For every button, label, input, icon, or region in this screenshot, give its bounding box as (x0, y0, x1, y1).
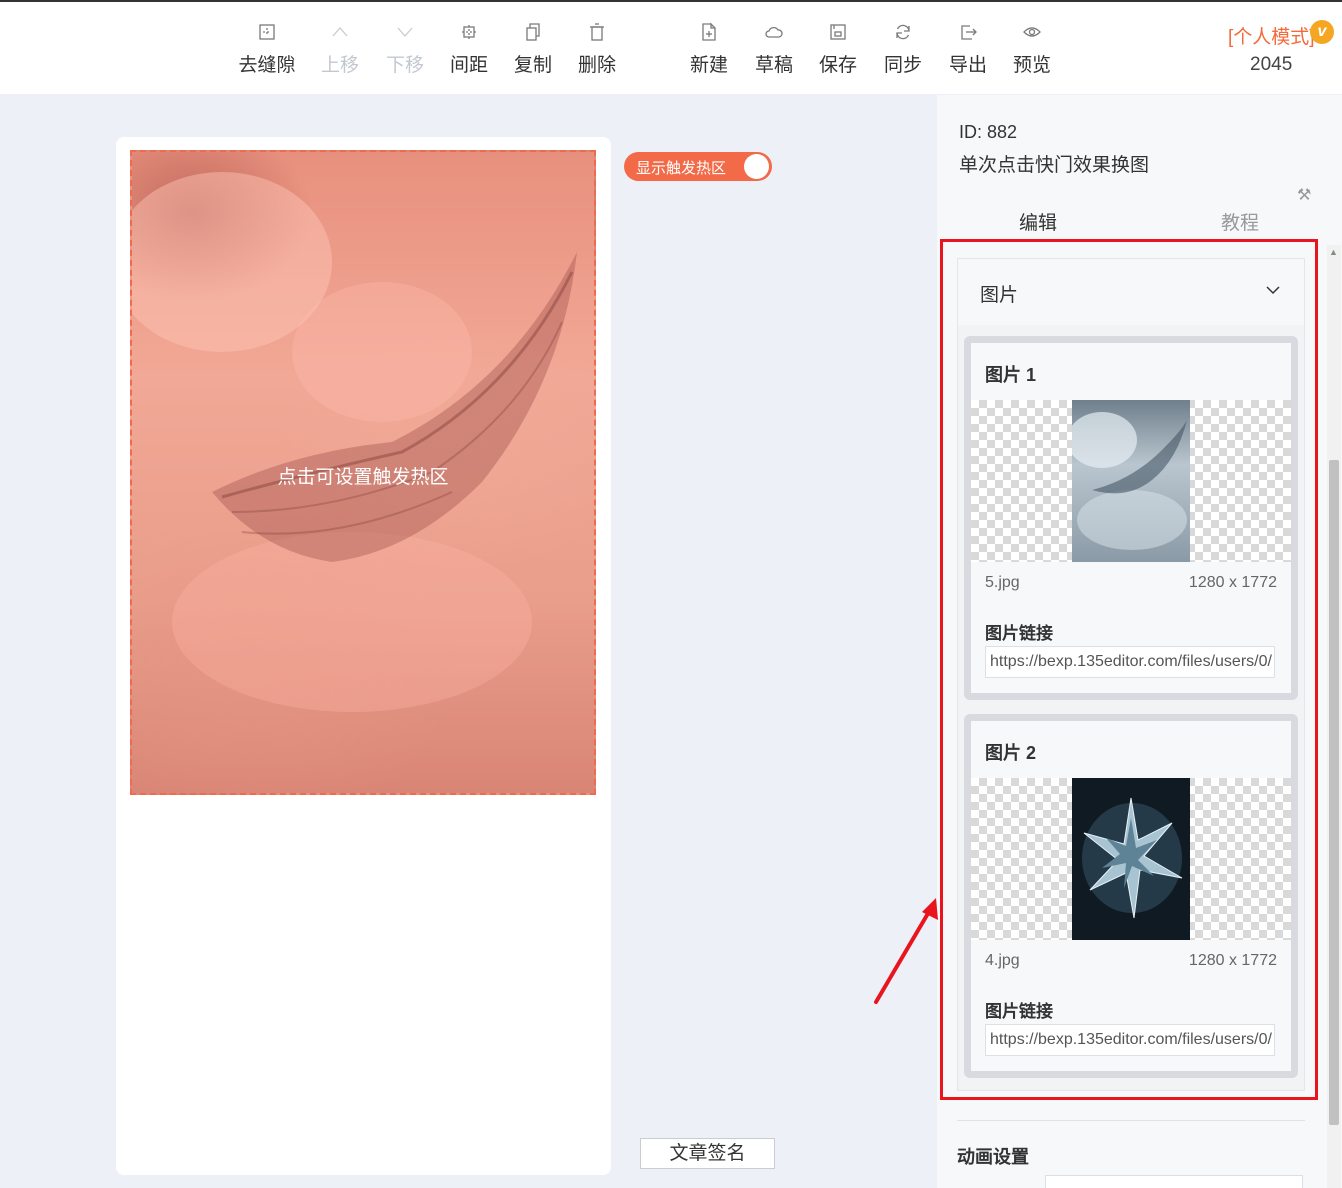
image-thumbnail[interactable] (971, 400, 1291, 562)
gap-icon (234, 22, 300, 44)
save-label: 保存 (818, 55, 857, 76)
accordion-label: 图片 (980, 285, 1019, 306)
export-button[interactable]: 导出 (935, 22, 1001, 77)
image-thumbnail[interactable] (971, 778, 1291, 940)
red-arrow-icon (874, 898, 938, 1004)
copy-label: 复制 (513, 55, 552, 76)
spacing-label: 间距 (449, 55, 488, 76)
export-label: 导出 (948, 55, 987, 76)
draft-button[interactable]: 草稿 (741, 22, 807, 77)
personal-mode-link[interactable]: [个人模式] (1228, 22, 1315, 49)
tab-tutorial[interactable]: 教程 (1221, 208, 1259, 235)
image-dimensions: 1280 x 1772 (1188, 574, 1277, 591)
export-icon (935, 22, 1001, 44)
image-filename: 4.jpg (985, 952, 1020, 969)
preview-button[interactable]: 预览 (999, 22, 1065, 77)
toggle-knob (744, 154, 769, 179)
copy-icon (500, 22, 566, 44)
preview-label: 预览 (1012, 55, 1051, 76)
tab-edit[interactable]: 编辑 (1019, 208, 1057, 235)
image-card-title: 图片 2 (985, 743, 1037, 763)
animation-select[interactable] (1045, 1175, 1303, 1188)
image-accordion: 图片 图片 1 5.jpg 1280 x 1772 图片链接 https://b… (957, 258, 1305, 1091)
chevron-down-icon (1266, 286, 1280, 295)
tools-icon[interactable]: ⚒ (1297, 185, 1311, 205)
image-link-label: 图片链接 (985, 1002, 1053, 1021)
draft-label: 草稿 (754, 55, 793, 76)
chevron-up-icon (307, 22, 373, 44)
move-down-button[interactable]: 下移 (372, 22, 438, 77)
editor-workspace: 点击可设置触发热区 (0, 95, 937, 1188)
vip-badge-icon: v (1310, 20, 1334, 44)
image-filename: 5.jpg (985, 574, 1020, 591)
image-link-label: 图片链接 (985, 624, 1053, 643)
trash-icon (564, 22, 630, 44)
image-dimensions: 1280 x 1772 (1188, 952, 1277, 969)
settings-panel: ID: 882 单次点击快门效果换图 ⚒ 编辑 教程 ▲ 图片 图片 1 5.j… (937, 95, 1342, 1188)
angel-wing-photo (1072, 400, 1190, 562)
spacing-button[interactable]: 间距 (436, 22, 502, 77)
top-toolbar: 去缝隙 上移 下移 间距 复制 删除 新建 草稿 保存 同步 导出 预览 [个人… (0, 0, 1342, 95)
delete-button[interactable]: 删除 (564, 22, 630, 77)
sync-label: 同步 (883, 55, 922, 76)
image-card-title: 图片 1 (985, 365, 1037, 385)
delete-label: 删除 (577, 55, 616, 76)
sync-button[interactable]: 同步 (870, 22, 936, 77)
show-hotarea-toggle[interactable]: 显示触发热区 (624, 152, 772, 181)
panel-tabs: 编辑 教程 (937, 203, 1342, 243)
hotarea-hint: 点击可设置触发热区 (277, 467, 449, 488)
article-signature-button[interactable]: 文章签名 (640, 1138, 775, 1169)
new-label: 新建 (689, 55, 728, 76)
scroll-up-arrow-icon[interactable]: ▲ (1329, 247, 1338, 257)
copy-button[interactable]: 复制 (500, 22, 566, 77)
image-link-input[interactable]: https://bexp.135editor.com/files/users/0… (985, 1024, 1275, 1056)
toggle-label: 显示触发热区 (636, 160, 727, 177)
template-title: 单次点击快门效果换图 (959, 155, 1150, 176)
gap-button[interactable]: 去缝隙 (234, 22, 300, 77)
template-id: ID: 882 (959, 122, 1018, 142)
image-link-input[interactable]: https://bexp.135editor.com/files/users/0… (985, 646, 1275, 678)
image-accordion-header[interactable]: 图片 (958, 259, 1304, 325)
chevron-down-icon (372, 22, 438, 44)
phone-preview: 点击可设置触发热区 (116, 137, 611, 1175)
spacing-icon (436, 22, 502, 44)
save-icon (805, 22, 871, 44)
move-down-label: 下移 (385, 55, 424, 76)
image-card-2: 图片 2 4.jpg 1280 x 1772 图片链接 https://bexp… (964, 714, 1298, 1078)
trigger-hotarea[interactable]: 点击可设置触发热区 (130, 150, 596, 795)
scrollbar-thumb[interactable] (1329, 460, 1339, 1125)
move-up-label: 上移 (320, 55, 359, 76)
cloud-icon (741, 22, 807, 44)
new-button[interactable]: 新建 (676, 22, 742, 77)
save-button[interactable]: 保存 (805, 22, 871, 77)
section-divider (957, 1120, 1305, 1121)
user-count: 2045 (1250, 54, 1293, 75)
sync-icon (870, 22, 936, 44)
move-up-button[interactable]: 上移 (307, 22, 373, 77)
new-file-icon (676, 22, 742, 44)
crystal-photo (1072, 778, 1190, 940)
animation-settings-title: 动画设置 (957, 1147, 1029, 1167)
gap-label: 去缝隙 (238, 55, 296, 76)
eye-icon (999, 22, 1065, 44)
image-card-1: 图片 1 5.jpg 1280 x 1772 图片链接 https://bexp… (964, 336, 1298, 700)
